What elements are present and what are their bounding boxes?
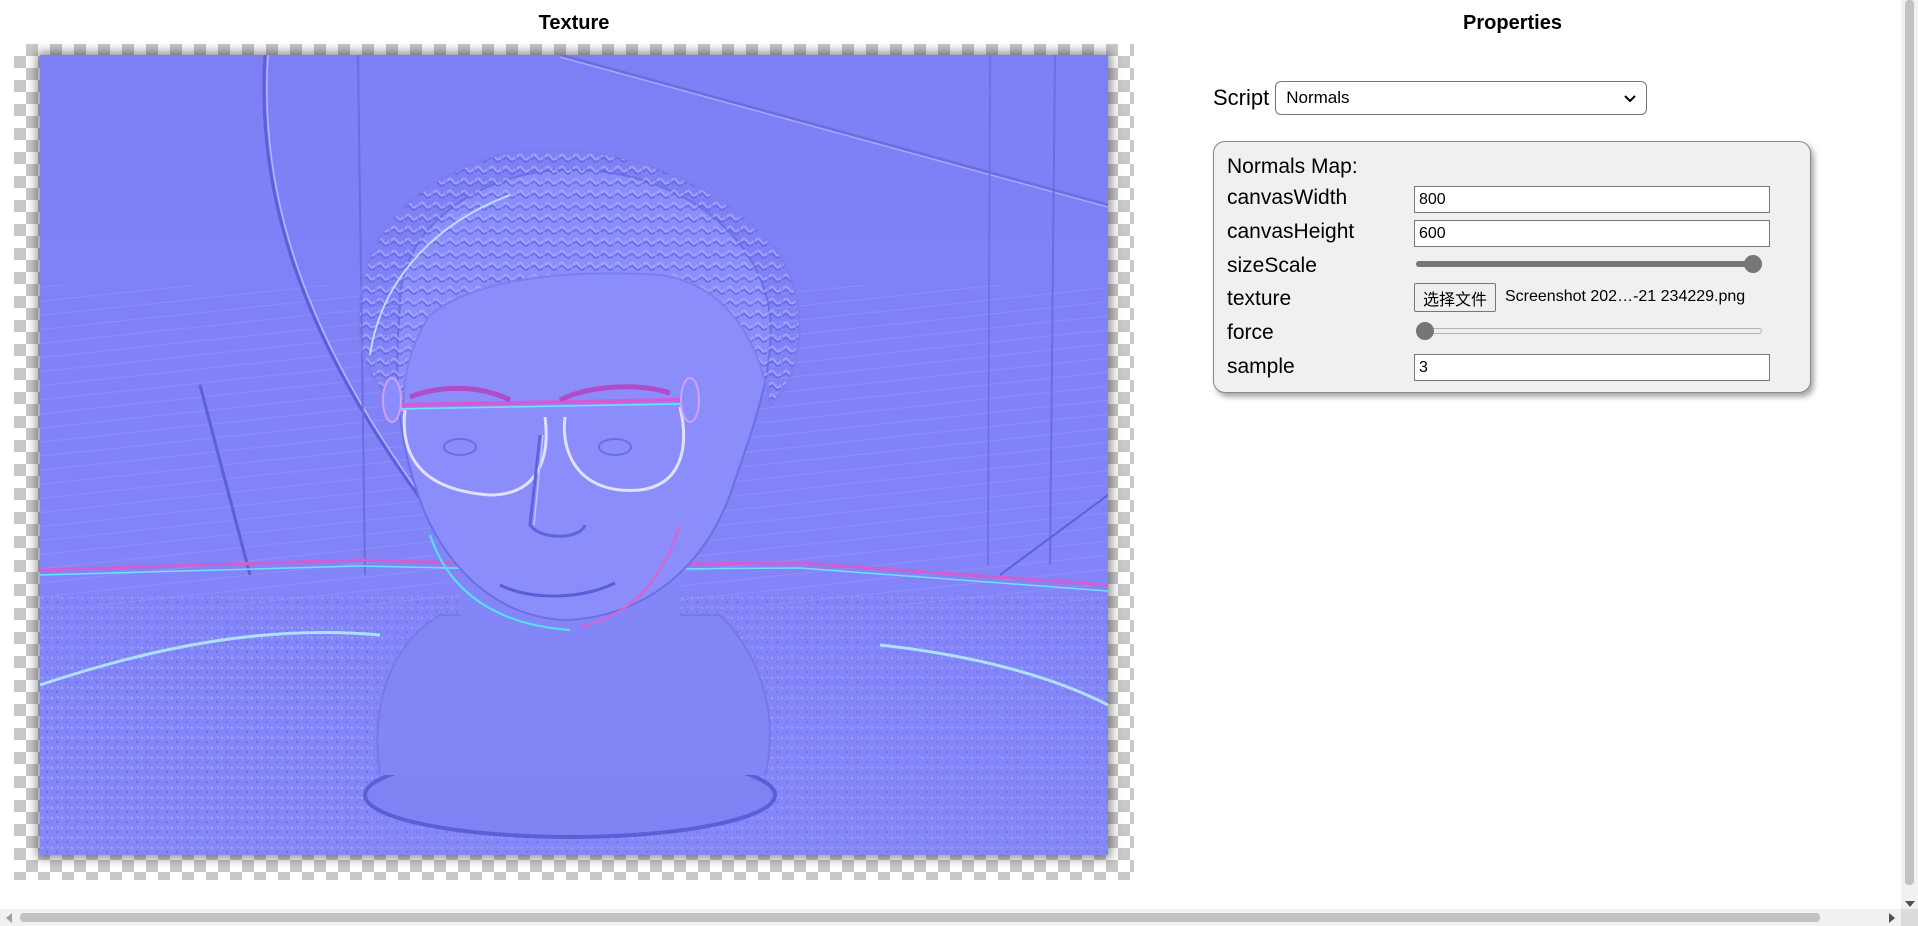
- properties-panel-title: Properties: [1463, 12, 1562, 34]
- sample-input[interactable]: [1414, 354, 1770, 381]
- scrollbar-corner: [1901, 909, 1918, 926]
- slider-thumb[interactable]: [1744, 255, 1762, 273]
- sample-label: sample: [1227, 355, 1295, 378]
- script-row: Script Normals: [1213, 80, 1648, 116]
- vertical-scrollbar[interactable]: [1901, 0, 1918, 909]
- texture-file-name: Screenshot 202…-21 234229.png: [1505, 288, 1746, 305]
- horizontal-scroll-thumb[interactable]: [20, 913, 1820, 922]
- horizontal-scrollbar[interactable]: [0, 909, 1901, 926]
- slider-track: [1416, 328, 1762, 334]
- script-label: Script: [1213, 85, 1270, 110]
- choose-file-button[interactable]: 选择文件: [1414, 283, 1497, 312]
- script-select-value: Normals: [1286, 88, 1350, 107]
- arrow-left-icon[interactable]: [6, 913, 12, 923]
- arrow-down-icon[interactable]: [1905, 901, 1915, 907]
- texture-label: texture: [1227, 287, 1292, 310]
- canvas-width-input[interactable]: [1414, 186, 1770, 213]
- slider-thumb[interactable]: [1416, 322, 1434, 340]
- canvas-height-label: canvasHeight: [1227, 220, 1355, 243]
- script-select[interactable]: Normals: [1275, 81, 1648, 115]
- texture-canvas[interactable]: [40, 55, 1108, 855]
- vertical-scroll-thumb[interactable]: [1905, 0, 1914, 885]
- size-scale-slider[interactable]: [1416, 255, 1762, 273]
- normal-map-image: [40, 55, 1108, 855]
- arrow-right-icon[interactable]: [1889, 913, 1895, 923]
- slider-fill: [1416, 261, 1753, 267]
- canvas-height-input[interactable]: [1414, 220, 1770, 247]
- texture-panel-title: Texture: [538, 12, 610, 34]
- force-label: force: [1227, 321, 1274, 344]
- canvas-width-label: canvasWidth: [1227, 186, 1348, 209]
- force-slider[interactable]: [1416, 322, 1762, 340]
- normals-map-panel: Normals Map: canvasWidth canvasHeight si…: [1213, 141, 1811, 393]
- normals-map-heading: Normals Map:: [1227, 155, 1358, 178]
- size-scale-label: sizeScale: [1227, 254, 1317, 277]
- chevron-down-icon: [1624, 95, 1636, 103]
